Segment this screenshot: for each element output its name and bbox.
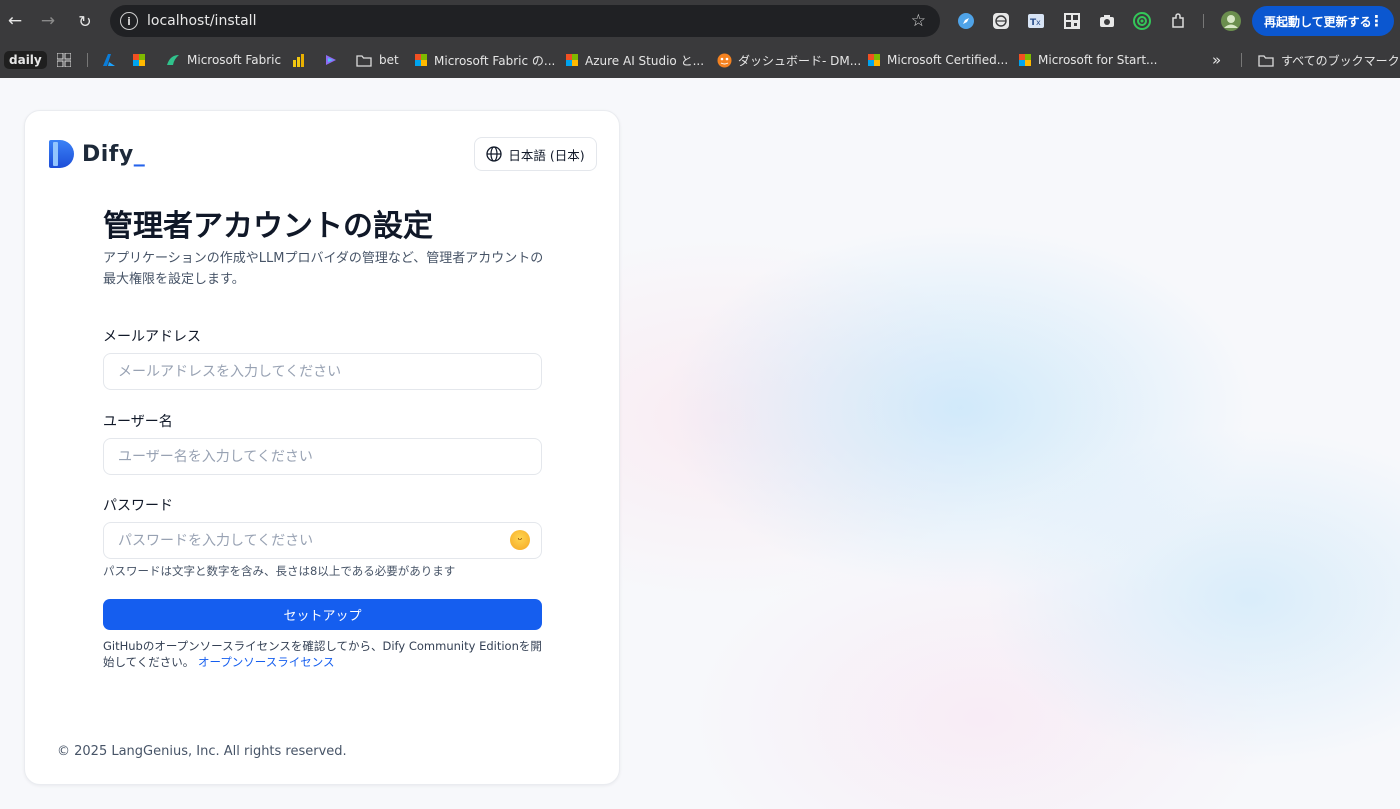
page-background: Dify_ 日本語 (日本) 管理者アカウントの設定 アプリケーションの作成やL… — [0, 78, 1400, 809]
address-bar[interactable]: i localhost/install ☆ — [110, 5, 940, 37]
language-label: 日本語 (日本) — [508, 147, 585, 163]
username-input[interactable] — [103, 438, 542, 475]
copilot-icon[interactable] — [324, 42, 338, 78]
microsoft-logo-icon[interactable] — [133, 42, 152, 78]
bookmark-label: Microsoft Fabric — [187, 53, 282, 67]
relaunch-update-button[interactable]: 再起動して更新する ⋮ — [1252, 6, 1394, 36]
extension-target-icon[interactable] — [1132, 11, 1152, 31]
bookmark-microsoft-certified[interactable]: Microsoft Certified... — [868, 42, 1008, 78]
bookmark-bet[interactable]: bet — [356, 42, 399, 78]
profile-avatar[interactable] — [1220, 10, 1242, 32]
address-url: localhost/install — [147, 13, 257, 29]
page-subtitle: アプリケーションの作成やLLMプロバイダの管理など、管理者アカウントの最大権限を… — [103, 251, 544, 287]
extension-qr-icon[interactable] — [1062, 11, 1082, 31]
globe-icon — [486, 146, 503, 162]
reload-icon[interactable]: ↻ — [72, 8, 98, 34]
bookmark-label: Microsoft for Start... — [1038, 53, 1158, 67]
license-notice: GitHubのオープンソースライセンスを確認してから、Dify Communit… — [103, 638, 548, 670]
license-link[interactable]: オープンソースライセンス — [198, 655, 335, 669]
relaunch-update-label: 再起動して更新する — [1264, 14, 1372, 29]
bookmark-microsoft-fabric[interactable]: Microsoft Fabric — [165, 42, 281, 78]
power-bi-icon[interactable] — [292, 42, 306, 78]
extension-camera-icon[interactable] — [1097, 11, 1117, 31]
extension-compass-icon[interactable] — [956, 11, 976, 31]
apps-grid-icon[interactable] — [57, 42, 71, 78]
install-card: Dify_ 日本語 (日本) 管理者アカウントの設定 アプリケーションの作成やL… — [24, 110, 620, 785]
dify-logo-mark-icon — [49, 140, 74, 168]
browser-toolbar: ← → ↻ i localhost/install ☆ Tx 再起動して更新する… — [0, 0, 1400, 42]
bookmark-label: Azure AI Studio と... — [585, 53, 705, 68]
setup-button[interactable]: セットアップ — [103, 599, 542, 630]
show-password-toggle-icon[interactable]: ᵕ — [510, 530, 530, 550]
azure-icon[interactable] — [102, 42, 116, 78]
bookmark-microsoft-fabric-2[interactable]: Microsoft Fabric の... — [415, 42, 555, 78]
forward-icon[interactable]: → — [35, 8, 61, 34]
bookmark-label: bet — [379, 53, 399, 67]
extension-globe-icon[interactable] — [991, 11, 1011, 31]
password-input[interactable] — [103, 522, 542, 559]
extensions-puzzle-icon[interactable] — [1168, 11, 1188, 31]
bookmark-microsoft-for-startups[interactable]: Microsoft for Start... — [1019, 42, 1158, 78]
bookmark-daily-label: daily — [4, 51, 47, 69]
copyright-footer: © 2025 LangGenius, Inc. All rights reser… — [57, 744, 347, 759]
site-info-icon[interactable]: i — [120, 12, 138, 30]
all-bookmarks-folder[interactable]: すべてのブックマーク — [1258, 42, 1400, 78]
page-title: 管理者アカウントの設定 — [103, 209, 433, 244]
bookmarks-bar: daily Microsoft Fabric bet Microsoft Fab… — [0, 42, 1400, 78]
bookmark-daily[interactable]: daily — [4, 42, 47, 78]
more-vert-icon[interactable]: ⋮ — [1369, 12, 1384, 30]
dify-logo-text: Dify — [82, 141, 134, 167]
all-bookmarks-label: すべてのブックマーク — [1281, 53, 1400, 68]
bookmark-label: Microsoft Fabric の... — [434, 53, 556, 68]
language-selector[interactable]: 日本語 (日本) — [474, 137, 597, 171]
password-label: パスワード — [103, 498, 173, 514]
more-bookmarks-chevron-icon[interactable]: » — [1212, 42, 1221, 78]
svg-text:x: x — [1036, 18, 1041, 27]
extension-translate-icon[interactable]: Tx — [1026, 11, 1046, 31]
email-label: メールアドレス — [103, 329, 201, 345]
username-label: ユーザー名 — [103, 414, 173, 430]
back-icon[interactable]: ← — [2, 8, 28, 34]
bookmark-dashboard[interactable]: ダッシュボード- DM... — [717, 42, 861, 78]
bookmark-label: Microsoft Certified... — [887, 53, 1009, 67]
password-hint: パスワードは文字と数字を含み、長さは8以上である必要があります — [103, 564, 456, 578]
bookmark-star-icon[interactable]: ☆ — [911, 11, 926, 31]
bookmark-label: ダッシュボード- DM... — [738, 53, 862, 68]
dify-logo: Dify_ — [49, 140, 145, 168]
bookmark-azure-ai-studio[interactable]: Azure AI Studio と... — [566, 42, 704, 78]
email-input[interactable] — [103, 353, 542, 390]
